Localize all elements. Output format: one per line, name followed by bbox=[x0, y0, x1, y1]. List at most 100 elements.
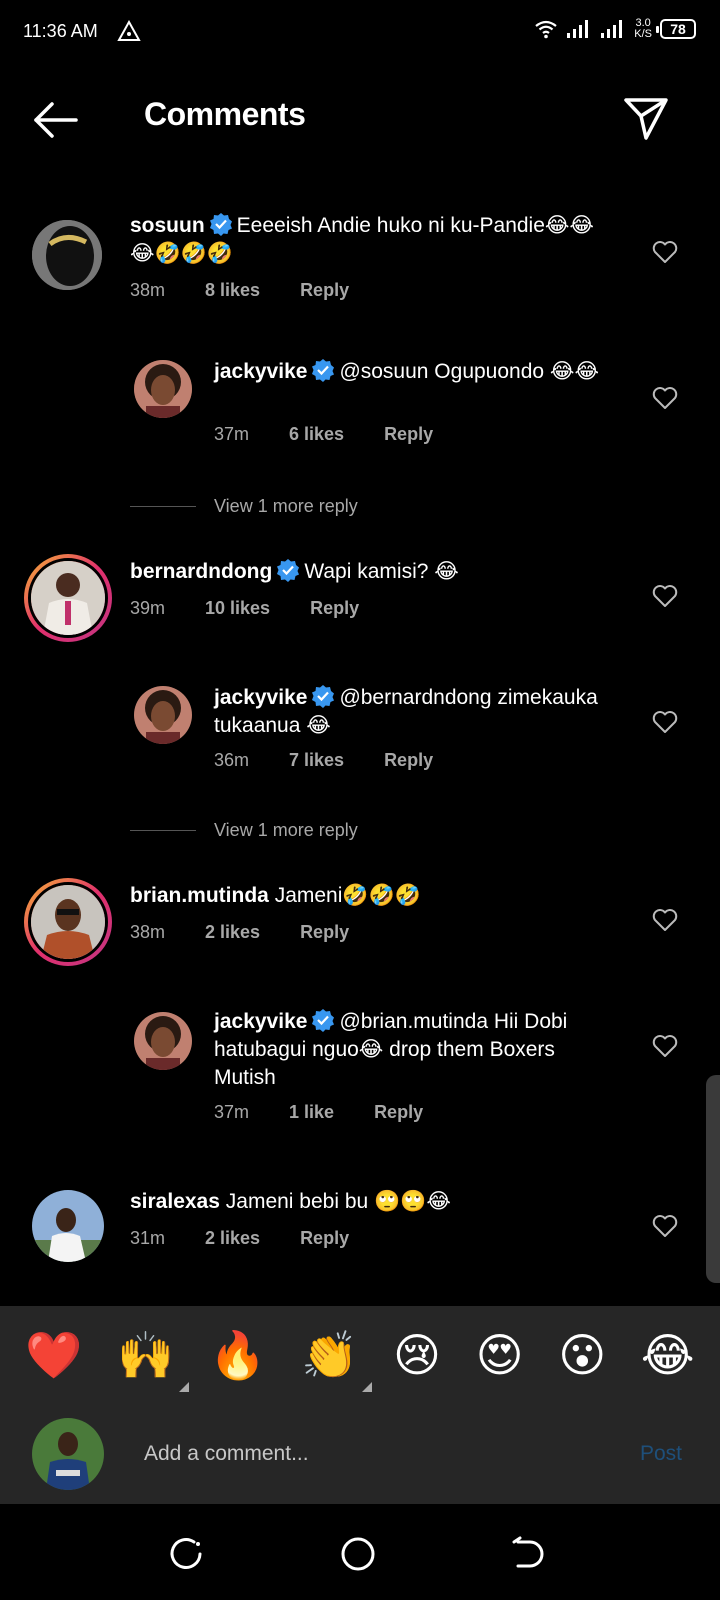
comment-likes[interactable]: 1 like bbox=[289, 1102, 334, 1123]
comment-username[interactable]: brian.mutinda bbox=[130, 884, 269, 907]
comment-time: 39m bbox=[130, 598, 166, 618]
home-icon[interactable] bbox=[338, 1534, 378, 1574]
comment-likes[interactable]: 2 likes bbox=[205, 922, 260, 943]
page-title: Comments bbox=[144, 96, 306, 132]
comment-body: jackyvike @brian.mutinda Hii Dobi hatubag… bbox=[214, 1008, 614, 1092]
avatar-image bbox=[28, 558, 108, 638]
emoji-joy[interactable]: 😂 bbox=[641, 1332, 695, 1378]
verified-badge-icon bbox=[209, 213, 232, 236]
emoji-glyph: 👏 bbox=[301, 1328, 359, 1382]
comment-body: sosuun Eeeeish Andie huko ni ku-Pandie😂😂😂… bbox=[130, 212, 610, 268]
comment-composer: Post bbox=[0, 1404, 720, 1504]
reply-button[interactable]: Reply bbox=[300, 1228, 349, 1249]
system-nav-bar bbox=[0, 1504, 720, 1600]
heart-icon[interactable] bbox=[652, 240, 678, 264]
comment-text: Wapi kamisi? 😂 bbox=[304, 560, 459, 583]
scroll-handle[interactable] bbox=[706, 1075, 720, 1283]
comment-likes[interactable]: 6 likes bbox=[289, 424, 344, 445]
heart-icon[interactable] bbox=[652, 386, 678, 410]
view-more-label: View 1 more reply bbox=[214, 496, 358, 516]
reply-button[interactable]: Reply bbox=[384, 424, 433, 445]
network-speed: 3.0 K/S bbox=[634, 18, 652, 40]
post-button[interactable]: Post bbox=[640, 1442, 682, 1466]
emoji-crying[interactable]: 😢 bbox=[393, 1332, 441, 1378]
comment-likes[interactable]: 10 likes bbox=[205, 598, 270, 619]
emoji-fire[interactable]: 🔥 bbox=[209, 1332, 266, 1378]
comment-likes[interactable]: 2 likes bbox=[205, 1228, 260, 1249]
view-more-replies[interactable]: View 1 more reply bbox=[130, 496, 358, 517]
view-more-label: View 1 more reply bbox=[214, 820, 358, 840]
avatar[interactable] bbox=[32, 1190, 104, 1262]
avatar[interactable] bbox=[24, 878, 112, 966]
comment-body: jackyvike @sosuun Ogupuondo 😂😂 bbox=[214, 358, 614, 386]
comment-meta: 38m 2 likes Reply bbox=[130, 922, 349, 943]
avatar[interactable] bbox=[134, 360, 192, 418]
comment-text: Jameni🤣🤣🤣 bbox=[274, 884, 421, 907]
comment-meta: 37m 6 likes Reply bbox=[214, 424, 433, 445]
comment-username[interactable]: jackyvike bbox=[214, 686, 307, 709]
comment-username[interactable]: jackyvike bbox=[214, 1010, 307, 1033]
view-more-replies[interactable]: View 1 more reply bbox=[130, 820, 358, 841]
heart-icon[interactable] bbox=[652, 710, 678, 734]
emoji-surprised[interactable]: 😮 bbox=[558, 1332, 606, 1378]
avatar[interactable] bbox=[32, 220, 102, 290]
comment-text: @sosuun Ogupuondo 😂😂 bbox=[339, 360, 599, 383]
back-nav-icon[interactable] bbox=[508, 1534, 548, 1574]
status-time: 11:36 AM bbox=[23, 21, 98, 41]
avatar[interactable] bbox=[24, 554, 112, 642]
comment-body: siralexas Jameni bebi bu 🙄🙄😂 bbox=[130, 1188, 610, 1216]
recent-apps-icon[interactable] bbox=[166, 1534, 206, 1574]
verified-badge-icon bbox=[277, 559, 300, 582]
avatar-image bbox=[134, 1012, 192, 1070]
comment-meta: 38m 8 likes Reply bbox=[130, 280, 349, 301]
emoji-heart-eyes[interactable]: 😍 bbox=[476, 1332, 524, 1378]
avatar[interactable] bbox=[134, 686, 192, 744]
divider bbox=[130, 830, 196, 831]
heart-icon[interactable] bbox=[652, 1214, 678, 1238]
comment-username[interactable]: siralexas bbox=[130, 1190, 220, 1213]
comment-username[interactable]: sosuun bbox=[130, 214, 205, 237]
comment-meta: 39m 10 likes Reply bbox=[130, 598, 359, 619]
reply-button[interactable]: Reply bbox=[300, 280, 349, 301]
avatar[interactable] bbox=[134, 1012, 192, 1070]
comment-body: brian.mutinda Jameni🤣🤣🤣 bbox=[130, 882, 610, 910]
current-user-avatar bbox=[32, 1418, 104, 1490]
avatar-image bbox=[134, 686, 192, 744]
back-arrow-icon[interactable] bbox=[30, 98, 80, 142]
heart-icon[interactable] bbox=[652, 908, 678, 932]
avatar-image bbox=[28, 882, 108, 962]
avatar-image bbox=[32, 1418, 104, 1490]
comment-meta: 36m 7 likes Reply bbox=[214, 750, 433, 771]
comment-time: 37m bbox=[214, 424, 250, 444]
verified-badge-icon bbox=[312, 685, 335, 708]
signal-icon-2 bbox=[601, 20, 623, 38]
wifi-icon bbox=[535, 20, 557, 39]
comment-username[interactable]: bernardndong bbox=[130, 560, 272, 583]
reply-button[interactable]: Reply bbox=[384, 750, 433, 771]
comment-likes[interactable]: 7 likes bbox=[289, 750, 344, 771]
reply-button[interactable]: Reply bbox=[374, 1102, 423, 1123]
heart-icon[interactable] bbox=[652, 1034, 678, 1058]
comment-time: 36m bbox=[214, 750, 250, 770]
emoji-clap[interactable]: 👏 bbox=[301, 1332, 373, 1392]
comment-text: Jameni bebi bu 🙄🙄😂 bbox=[225, 1190, 451, 1213]
emoji-raised-hands[interactable]: 🙌 bbox=[117, 1332, 189, 1392]
comment-time: 38m bbox=[130, 280, 166, 300]
divider bbox=[130, 506, 196, 507]
comment-body: jackyvike @bernardndong zimekauka tukaanu… bbox=[214, 684, 614, 740]
reply-button[interactable]: Reply bbox=[310, 598, 359, 619]
comment-time: 37m bbox=[214, 1102, 250, 1122]
comment-username[interactable]: jackyvike bbox=[214, 360, 307, 383]
alert-triangle-icon bbox=[117, 20, 141, 41]
comment-likes[interactable]: 8 likes bbox=[205, 280, 260, 301]
emoji-heart[interactable]: ❤️ bbox=[25, 1332, 82, 1378]
send-icon[interactable] bbox=[622, 96, 670, 142]
app-header: Comments bbox=[0, 80, 720, 160]
skin-tone-indicator bbox=[178, 1382, 189, 1392]
comment-meta: 37m 1 like Reply bbox=[214, 1102, 423, 1123]
reply-button[interactable]: Reply bbox=[300, 922, 349, 943]
heart-icon[interactable] bbox=[652, 584, 678, 608]
avatar-image bbox=[134, 360, 192, 418]
comment-body: bernardndong Wapi kamisi? 😂 bbox=[130, 558, 610, 586]
comment-input[interactable] bbox=[144, 1434, 604, 1474]
